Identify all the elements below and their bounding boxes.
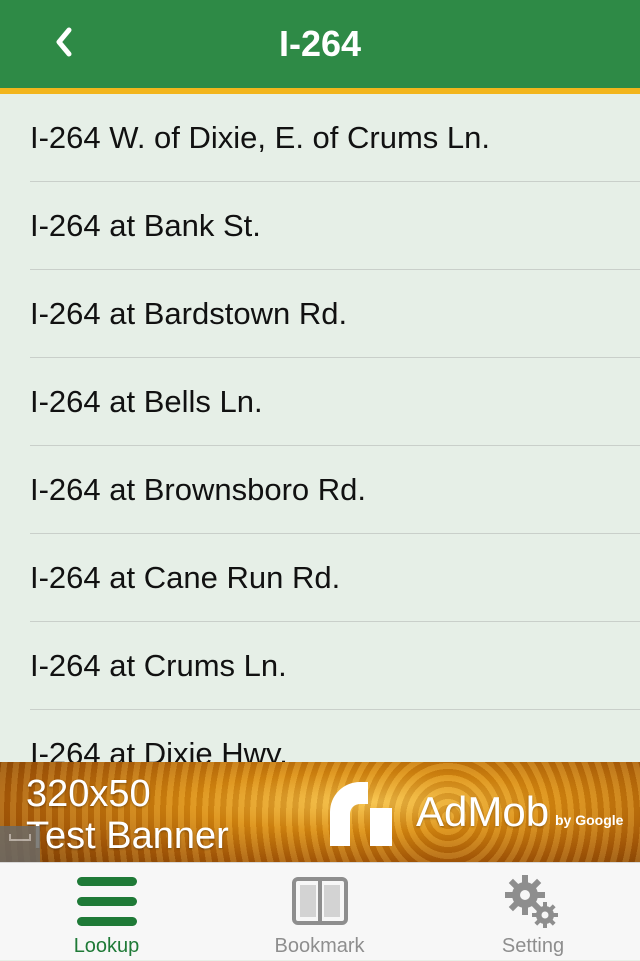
list-item-label: I-264 at Bardstown Rd. (30, 296, 348, 331)
list-item-label: I-264 at Bank St. (30, 208, 261, 243)
navigation-bar: I-264 (0, 0, 640, 88)
ad-brand: AdMob (416, 788, 550, 835)
list-item-label: I-264 at Brownsboro Rd. (30, 472, 367, 507)
ad-close-icon (9, 834, 31, 841)
admob-logo-icon (330, 782, 392, 846)
list-item-label: I-264 at Dixie Hwy. (30, 736, 288, 762)
list-item[interactable]: I-264 at Bank St. (0, 182, 640, 270)
book-icon (291, 877, 348, 925)
list-item-label: I-264 at Cane Run Rd. (30, 560, 341, 595)
tab-lookup[interactable]: Lookup (0, 863, 213, 961)
list-icon (76, 877, 137, 926)
ad-banner[interactable]: 320x50 Test Banner AdMob by Google (0, 762, 640, 862)
list-item[interactable]: I-264 at Bardstown Rd. (0, 270, 640, 358)
tab-label: Setting (501, 935, 565, 957)
list-item[interactable]: I-264 at Dixie Hwy. (0, 710, 640, 762)
tab-bar: Lookup Bookmark Setting (0, 862, 640, 960)
list-item-label: I-264 at Bells Ln. (30, 384, 263, 419)
list-item[interactable]: I-264 at Crums Ln. (0, 622, 640, 710)
location-list[interactable]: I-264 W. of Dixie, E. of Crums Ln. I-264… (0, 94, 640, 762)
list-item[interactable]: I-264 W. of Dixie, E. of Crums Ln. (0, 94, 640, 182)
list-item[interactable]: I-264 at Brownsboro Rd. (0, 446, 640, 534)
ad-info-tab[interactable] (0, 826, 40, 862)
tab-bookmark[interactable]: Bookmark (213, 863, 426, 961)
tab-label: Bookmark (274, 935, 365, 957)
tab-setting[interactable]: Setting (426, 863, 640, 961)
list-item-label: I-264 W. of Dixie, E. of Crums Ln. (30, 120, 490, 155)
gear-icon (505, 875, 558, 928)
tab-label: Lookup (73, 935, 140, 957)
list-item[interactable]: I-264 at Cane Run Rd. (0, 534, 640, 622)
list-item-label: I-264 at Crums Ln. (30, 648, 287, 683)
ad-size-label: 320x50 (26, 773, 151, 815)
ad-test-label: Test Banner (26, 815, 229, 857)
list-item[interactable]: I-264 at Bells Ln. (0, 358, 640, 446)
page-title: I-264 (278, 23, 362, 64)
ad-by-google: by Google (555, 812, 624, 828)
